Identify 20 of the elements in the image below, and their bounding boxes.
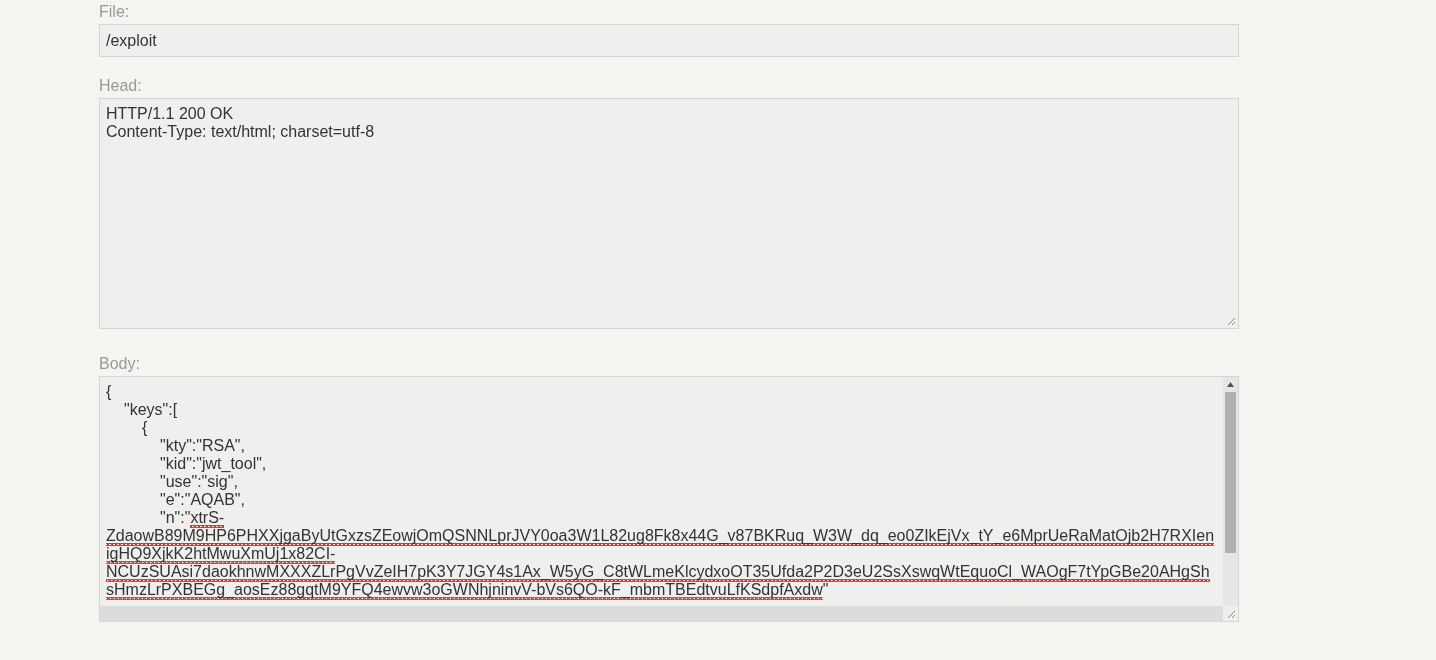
field-label: Body: bbox=[99, 355, 140, 373]
resize-handle-icon[interactable] bbox=[1227, 610, 1236, 619]
resize-handle-icon[interactable] bbox=[1227, 317, 1236, 326]
code-line: { bbox=[141, 419, 148, 437]
code-line: "n":"xtrS- bbox=[159, 509, 225, 527]
field-label: File: bbox=[99, 3, 130, 21]
code-line: "e":"AQAB", bbox=[159, 491, 245, 509]
file-input-field[interactable]: /exploit bbox=[99, 24, 1239, 57]
scroll-up-icon[interactable] bbox=[1227, 382, 1234, 387]
vertical-scrollbar[interactable] bbox=[1223, 377, 1238, 606]
field-label: Head: bbox=[99, 77, 142, 95]
code-line: sHmzLrPXBEGg_aosEz88gqtM9YFQ4ewvw3oGWNhjninvV-bVs6QO-kF_mbmTBEdtvuLfKSdpfAxdw" bbox=[106, 581, 829, 599]
code-line: { bbox=[106, 383, 112, 401]
code-line: "kty":"RSA", bbox=[159, 437, 245, 455]
horizontal-scrollbar[interactable] bbox=[100, 606, 1223, 621]
code-line: "use":"sig", bbox=[159, 473, 238, 491]
body-text-area[interactable] bbox=[99, 376, 1239, 622]
code-line: "kid":"jwt_tool", bbox=[159, 455, 267, 473]
head-text-area[interactable]: HTTP/1.1 200 OK Content-Type: text/html; charset=utf-8 bbox=[99, 98, 1239, 329]
code-line: "keys":[ bbox=[123, 401, 178, 419]
